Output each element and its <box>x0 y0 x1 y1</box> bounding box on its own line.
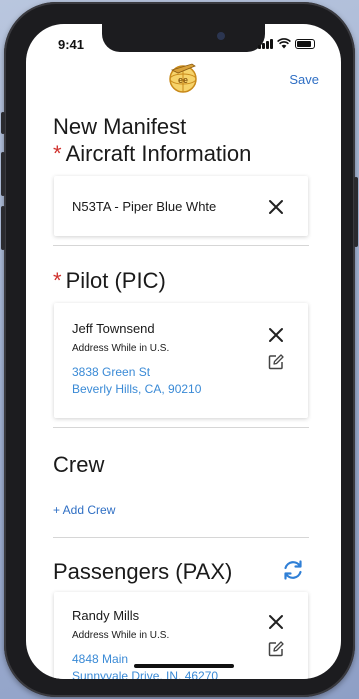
wifi-icon <box>277 38 291 49</box>
volume-down-button <box>1 206 5 250</box>
edit-icon[interactable] <box>267 640 285 658</box>
logo-icon: ee <box>169 63 197 93</box>
required-mark: * <box>53 268 62 293</box>
section-divider <box>53 245 309 246</box>
passengers-section-title: Passengers (PAX) <box>53 559 233 584</box>
close-icon[interactable] <box>267 326 285 344</box>
pilot-section-title: * Pilot (PIC) <box>53 268 166 294</box>
passenger-name: Randy Mills <box>72 608 140 623</box>
camera <box>217 32 225 40</box>
add-crew-button[interactable]: + Add Crew <box>53 503 115 517</box>
passenger-address-label: Address While in U.S. <box>72 630 170 641</box>
required-mark: * <box>53 141 62 166</box>
pilot-title-label: Pilot (PIC) <box>65 268 166 293</box>
mute-switch <box>1 112 5 134</box>
edit-icon[interactable] <box>267 353 285 371</box>
save-button[interactable]: Save <box>289 72 319 87</box>
pilot-address-line1: 3838 Green St <box>72 365 151 379</box>
page-title: New Manifest <box>53 114 187 139</box>
close-icon[interactable] <box>267 198 285 216</box>
pilot-address-line2: Beverly Hills, CA, 90210 <box>72 382 202 396</box>
app-screen: 9:41 ee Save New Manifest * Aircraft Info… <box>26 24 341 679</box>
aircraft-card[interactable]: N53TA - Piper Blue Whte <box>54 176 308 236</box>
pilot-address[interactable]: 3838 Green St Beverly Hills, CA, 90210 <box>72 364 201 398</box>
close-icon[interactable] <box>267 613 285 631</box>
svg-text:ee: ee <box>178 75 188 85</box>
pilot-name: Jeff Townsend <box>72 321 155 336</box>
power-button <box>354 177 358 247</box>
aircraft-section-title: * Aircraft Information <box>53 141 251 167</box>
status-icons <box>258 38 315 49</box>
notch <box>102 24 265 52</box>
crew-section-title: Crew <box>53 452 105 477</box>
volume-up-button <box>1 152 5 196</box>
aircraft-value: N53TA - Piper Blue Whte <box>72 199 217 214</box>
section-divider <box>53 427 309 428</box>
phone-frame: 9:41 ee Save New Manifest * Aircraft Info… <box>1 2 358 697</box>
battery-icon <box>295 39 315 49</box>
pilot-card[interactable]: Jeff Townsend Address While in U.S. 3838… <box>54 303 308 418</box>
section-divider <box>53 537 309 538</box>
signal-icon <box>258 39 273 49</box>
passenger-address-line2: Sunnyvale Drive, IN, 46270 <box>72 669 219 679</box>
aircraft-title-label: Aircraft Information <box>65 141 252 166</box>
home-indicator <box>134 664 234 668</box>
pilot-address-label: Address While in U.S. <box>72 343 170 354</box>
status-time: 9:41 <box>58 37 85 52</box>
refresh-icon[interactable] <box>281 558 305 582</box>
